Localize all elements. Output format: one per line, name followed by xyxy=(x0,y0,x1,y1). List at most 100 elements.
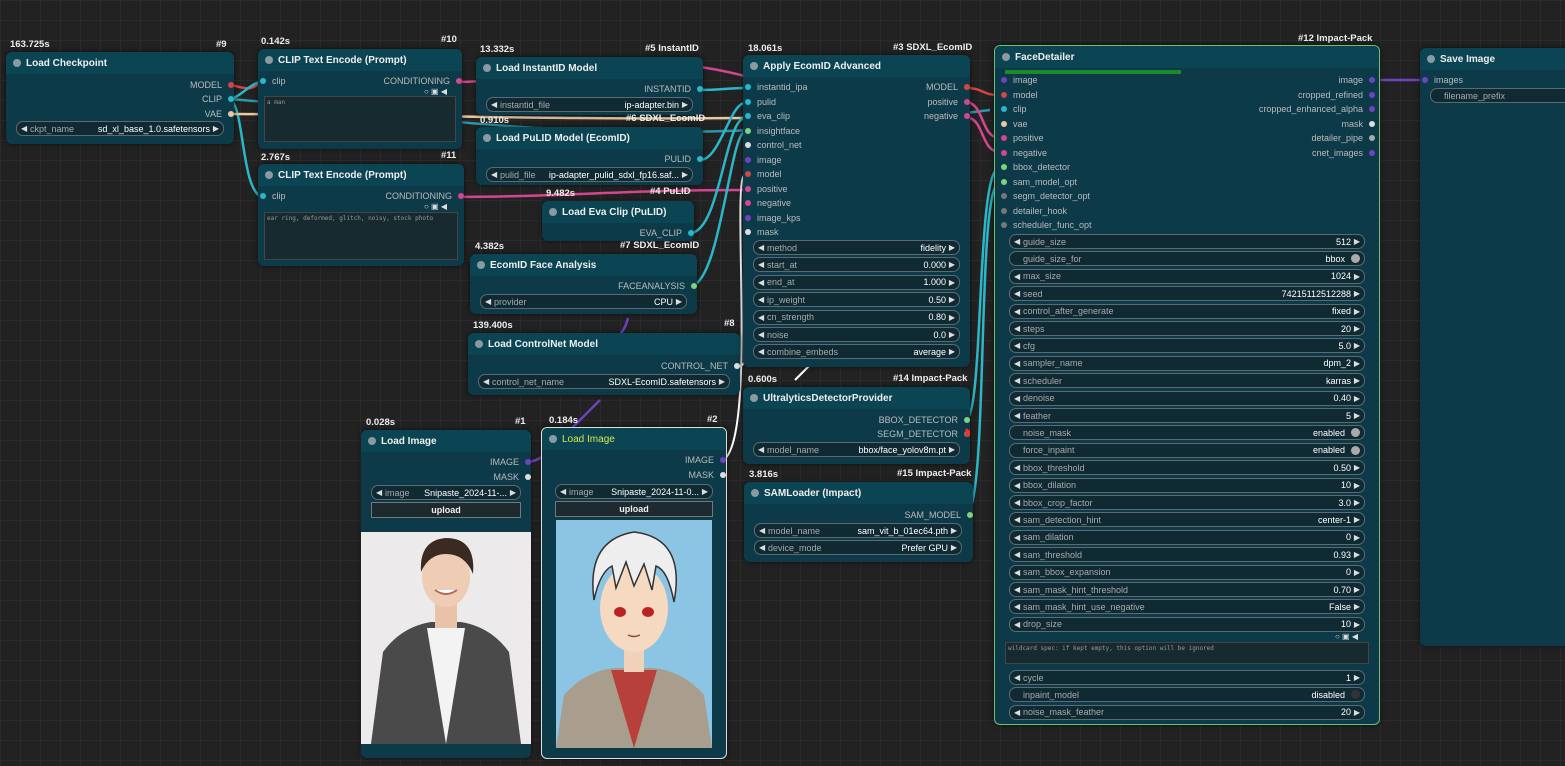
node-header[interactable]: Apply EcomID Advanced xyxy=(743,55,970,77)
output-faceanalysis[interactable]: FACEANALYSIS xyxy=(545,279,697,293)
guide-size-widget[interactable]: ◀ guide_size 512 ▶ xyxy=(1009,234,1365,249)
cycle-widget[interactable]: ◀ cycle 1 ▶ xyxy=(1009,670,1365,685)
control-after-generate-widget[interactable]: ◀ control_after_generate fixed ▶ xyxy=(1009,303,1365,319)
node-header[interactable]: Load ControlNet Model xyxy=(468,333,740,355)
output-image[interactable]: IMAGE xyxy=(439,455,531,469)
denoise-widget[interactable]: ◀ denoise 0.40 ▶ xyxy=(1009,390,1365,406)
bbox-crop-factor-widget[interactable]: ◀ bbox_crop_factor 3.0 ▶ xyxy=(1009,495,1365,510)
toggle-icons[interactable]: ○ ▣ ◀ xyxy=(424,202,447,211)
prompt-textarea[interactable]: ear ring, deformed, glitch, noisy, stock… xyxy=(264,212,458,260)
input-pulid[interactable]: pulid xyxy=(745,95,857,109)
input-image[interactable]: image xyxy=(745,153,857,167)
input-model[interactable]: model xyxy=(1001,88,1153,102)
steps-widget[interactable]: ◀ steps 20 ▶ xyxy=(1009,321,1365,336)
output-cropped-refined[interactable]: cropped_refined xyxy=(1183,88,1375,102)
node-load-pulid-model[interactable]: Load PuLID Model (EcomID) PULID ◀ pulid_f… xyxy=(476,127,703,185)
node-save-image[interactable]: Save Image images filename_prefix xyxy=(1420,48,1565,646)
node-header[interactable]: Load PuLID Model (EcomID) xyxy=(476,127,703,149)
noise-mask-feather-widget[interactable]: ◀ noise_mask_feather 20 ▶ xyxy=(1009,704,1365,720)
node-samloader[interactable]: SAMLoader (Impact) SAM_MODEL ◀ model_name… xyxy=(744,482,973,562)
node-header[interactable]: EcomID Face Analysis xyxy=(470,254,697,276)
node-clip-text-encode-negative[interactable]: CLIP Text Encode (Prompt) clip CONDITION… xyxy=(258,164,464,266)
collapse-dot-icon[interactable] xyxy=(751,489,759,497)
node-load-instantid-model[interactable]: Load InstantID Model INSTANTID ◀ instanti… xyxy=(476,57,703,115)
collapse-dot-icon[interactable] xyxy=(483,64,491,72)
seed-widget[interactable]: ◀ seed 742151125122​88 ▶ xyxy=(1009,286,1365,302)
device-mode-widget[interactable]: ◀ device_mode Prefer GPU ▶ xyxy=(754,540,962,555)
start-at-widget[interactable]: ◀ start_at 0.000 ▶ xyxy=(753,257,960,273)
inpaint-model-widget[interactable]: inpaint_model disabled xyxy=(1009,687,1365,703)
node-load-eva-clip[interactable]: Load Eva Clip (PuLID) EVA_CLIP xyxy=(542,201,694,241)
node-header[interactable]: Load Image xyxy=(361,430,531,452)
toggle-icon[interactable] xyxy=(1351,445,1360,455)
output-segm-detector[interactable]: SEGM_DETECTOR xyxy=(818,427,970,441)
input-scheduler-func-opt[interactable]: scheduler_func_opt xyxy=(1001,218,1153,232)
output-model[interactable]: MODEL xyxy=(858,80,970,94)
node-header[interactable]: Save Image xyxy=(1420,48,1565,70)
toggle-icon[interactable] xyxy=(1351,254,1360,264)
prompt-textarea[interactable]: a man xyxy=(264,96,456,142)
node-load-controlnet-model[interactable]: Load ControlNet Model CONTROL_NET ◀ contr… xyxy=(468,333,740,395)
sam-bbox-expansion-widget[interactable]: ◀ sam_bbox_expansion 0 ▶ xyxy=(1009,564,1365,580)
upload-button[interactable]: upload xyxy=(371,502,521,518)
toggle-icons[interactable]: ○ ▣ ◀ xyxy=(1335,632,1358,641)
ip-weight-widget[interactable]: ◀ ip_weight 0.50 ▶ xyxy=(753,292,960,308)
output-eva-clip[interactable]: EVA_CLIP xyxy=(562,226,694,240)
output-conditioning[interactable]: CONDITIONING xyxy=(310,74,462,88)
output-conditioning[interactable]: CONDITIONING xyxy=(312,189,464,203)
collapse-dot-icon[interactable] xyxy=(477,261,485,269)
image-select-widget[interactable]: ◀ image Snipaste_2024-11-... ▶ xyxy=(371,485,521,500)
collapse-dot-icon[interactable] xyxy=(549,208,557,216)
node-header[interactable]: CLIP Text Encode (Prompt) xyxy=(258,164,464,186)
node-header[interactable]: Load Image xyxy=(542,428,726,450)
input-image-kps[interactable]: image_kps xyxy=(745,211,857,225)
image-select-widget[interactable]: ◀ image Snipaste_2024-11-0... ▶ xyxy=(555,484,713,499)
output-control-net[interactable]: CONTROL_NET xyxy=(588,359,740,373)
sam-detection-hint-widget[interactable]: ◀ sam_detection_hint center-1 ▶ xyxy=(1009,512,1365,528)
output-cropped-enhanced-alpha[interactable]: cropped_enhanced_alpha xyxy=(1183,102,1375,116)
model-name-widget[interactable]: ◀ model_name bbox/face_yolov8m.pt ▶ xyxy=(753,442,960,457)
input-negative[interactable]: negative xyxy=(1001,146,1153,160)
collapse-dot-icon[interactable] xyxy=(13,59,21,67)
toggle-icon[interactable] xyxy=(1351,428,1360,438)
collapse-dot-icon[interactable] xyxy=(1427,55,1435,63)
output-negative[interactable]: negative xyxy=(858,109,970,123)
collapse-dot-icon[interactable] xyxy=(750,394,758,402)
node-header[interactable]: CLIP Text Encode (Prompt) xyxy=(258,49,462,71)
collapse-dot-icon[interactable] xyxy=(549,435,557,443)
input-eva-clip[interactable]: eva_clip xyxy=(745,109,857,123)
output-image[interactable]: IMAGE xyxy=(634,453,726,467)
node-ecomid-face-analysis[interactable]: EcomID Face Analysis FACEANALYSIS ◀ provi… xyxy=(470,254,697,314)
sam-threshold-widget[interactable]: ◀ sam_threshold 0.93 ▶ xyxy=(1009,547,1365,563)
input-positive[interactable]: positive xyxy=(1001,131,1153,145)
collapse-dot-icon[interactable] xyxy=(368,437,376,445)
input-model[interactable]: model xyxy=(745,167,857,181)
input-vae[interactable]: vae xyxy=(1001,117,1153,131)
toggle-icons[interactable]: ○ ▣ ◀ xyxy=(424,87,447,96)
output-image[interactable]: image xyxy=(1183,73,1375,87)
provider-widget[interactable]: ◀ provider CPU ▶ xyxy=(480,294,687,309)
node-header[interactable]: Load Checkpoint xyxy=(6,52,234,74)
bbox-threshold-widget[interactable]: ◀ bbox_threshold 0.50 ▶ xyxy=(1009,460,1365,476)
sam-mask-hint-use-negative-widget[interactable]: ◀ sam_mask_hint_use_negative False ▶ xyxy=(1009,599,1365,615)
method-widget[interactable]: ◀ method fidelity ▶ xyxy=(753,240,960,255)
collapse-dot-icon[interactable] xyxy=(265,56,273,64)
node-header[interactable]: Load Eva Clip (PuLID) xyxy=(542,201,694,223)
collapse-dot-icon[interactable] xyxy=(1002,53,1010,61)
output-mask[interactable]: MASK xyxy=(439,470,531,484)
noise-mask-widget[interactable]: noise_mask enabled xyxy=(1009,425,1365,441)
sam-dilation-widget[interactable]: ◀ sam_dilation 0 ▶ xyxy=(1009,529,1365,545)
sam-mask-hint-threshold-widget[interactable]: ◀ sam_mask_hint_threshold 0.70 ▶ xyxy=(1009,582,1365,597)
cn-strength-widget[interactable]: ◀ cn_strength 0.80 ▶ xyxy=(753,309,960,325)
toggle-icon[interactable] xyxy=(1351,690,1360,700)
node-load-image-2[interactable]: Load Image IMAGE MASK ◀ image Snipaste_202… xyxy=(541,427,727,759)
node-clip-text-encode-positive[interactable]: CLIP Text Encode (Prompt) clip CONDITION… xyxy=(258,49,462,149)
ckpt-name-widget[interactable]: ◀ ckpt_name sd_xl_base_1.0.safetensors ▶ xyxy=(16,121,224,136)
instantid-file-widget[interactable]: ◀ instantid_file ip-adapter.bin ▶ xyxy=(486,97,693,112)
control-net-name-widget[interactable]: ◀ control_net_name SDXL-EcomID.safetensors… xyxy=(478,374,730,389)
output-instantid[interactable]: INSTANTID xyxy=(571,82,703,96)
input-sam-model-opt[interactable]: sam_model_opt xyxy=(1001,175,1153,189)
cfg-widget[interactable]: ◀ cfg 5.0 ▶ xyxy=(1009,338,1365,354)
output-cnet-images[interactable]: cnet_images xyxy=(1183,146,1375,160)
pulid-file-widget[interactable]: ◀ pulid_file ip-adapter_pulid_sdxl_fp16.sa… xyxy=(486,167,693,182)
